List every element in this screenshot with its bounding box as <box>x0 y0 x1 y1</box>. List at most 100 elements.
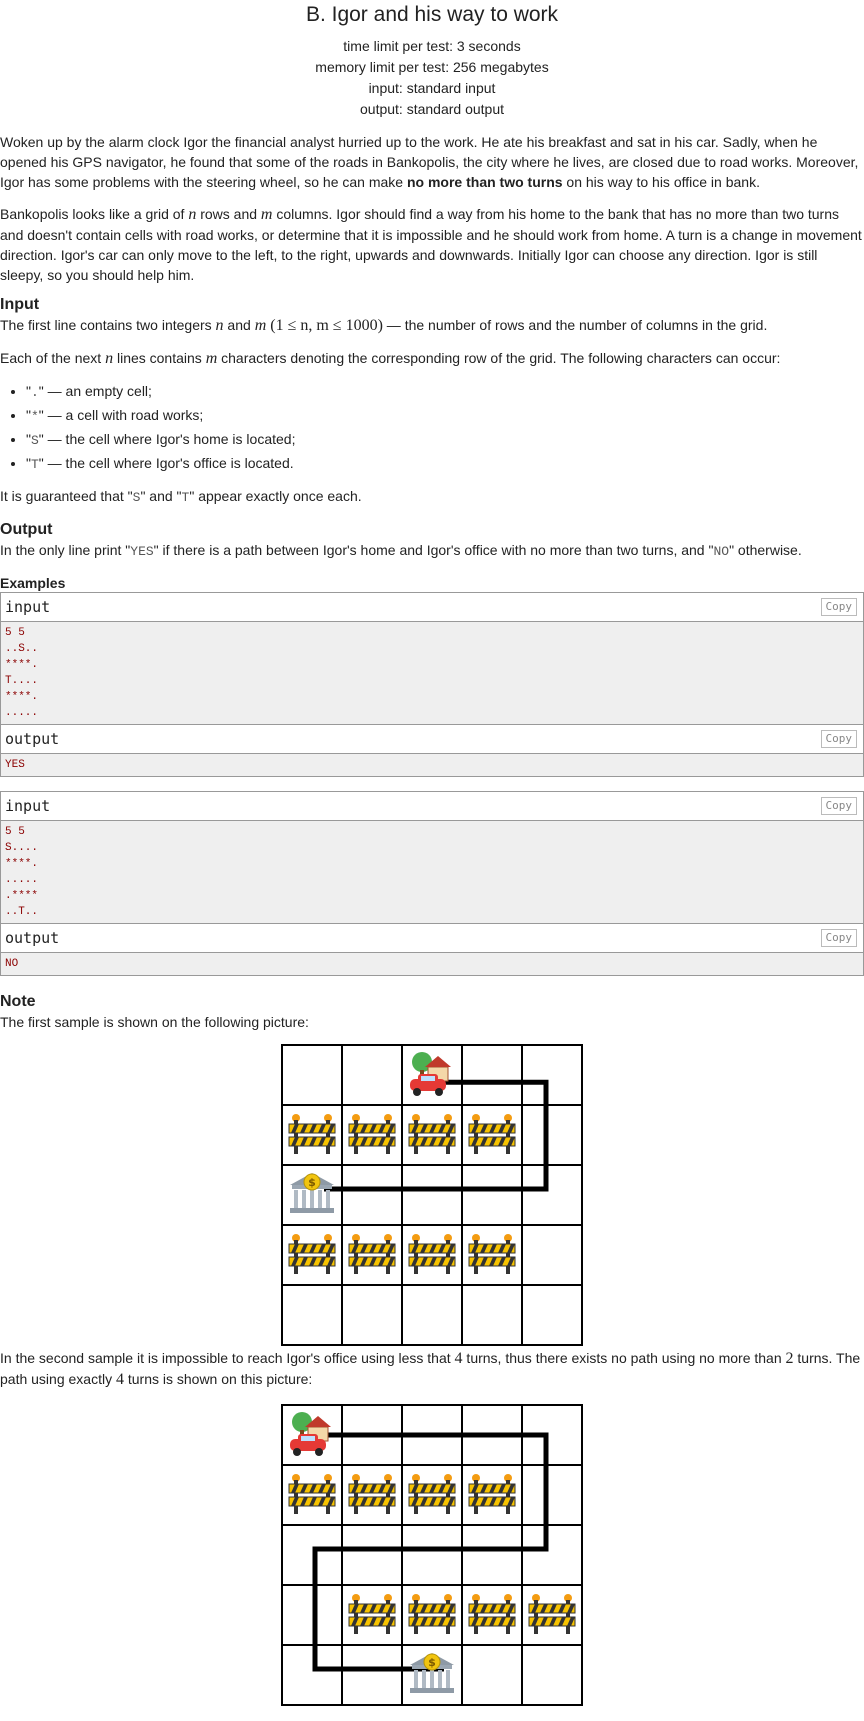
copy-input-button[interactable]: Copy <box>820 598 857 616</box>
grid-cell <box>281 1044 343 1106</box>
code-yes: YES <box>130 544 154 559</box>
grid-cell <box>461 1644 523 1706</box>
legend-text: on his way to his office in bank. <box>562 174 760 190</box>
legend-paragraph-1: Woken up by the alarm clock Igor the fin… <box>0 132 864 192</box>
math-num: 4 <box>454 1350 463 1367</box>
grid-cell <box>521 1164 583 1226</box>
output-file: output: standard output <box>360 101 504 117</box>
problem-title: B. Igor and his way to work <box>305 3 559 26</box>
figure-2-container: $ <box>0 1404 864 1706</box>
math-var: m <box>260 206 273 223</box>
item-desc: — the cell where Igor's office is locate… <box>43 455 294 471</box>
math-var: m <box>205 350 218 367</box>
grid-cell <box>341 1284 403 1346</box>
input-file: input: standard input <box>368 80 496 96</box>
sample-output-header: output Copy <box>1 724 863 754</box>
sample-2-grid-figure: $ <box>281 1404 583 1706</box>
svg-text:$: $ <box>308 1176 316 1189</box>
legend-text: Bankopolis looks like a grid of <box>0 206 189 222</box>
input-text: lines contains <box>113 350 206 366</box>
math-num: 2 <box>785 1350 794 1367</box>
problem-statement: B. Igor and his way to work time limit p… <box>0 0 864 1706</box>
input-text: — the number of rows and the number of c… <box>382 317 768 333</box>
grid-cell <box>281 1524 343 1586</box>
grid-cell <box>521 1224 583 1286</box>
grid-cell <box>461 1164 523 1226</box>
list-item: "T" — the cell where Igor's office is lo… <box>26 452 864 476</box>
grid-cell <box>401 1584 463 1646</box>
guarantee-text: " appear exactly once each. <box>189 488 362 504</box>
list-item: "*" — a cell with road works; <box>26 404 864 428</box>
guarantee-text: " and " <box>140 488 182 504</box>
input-text: and <box>223 317 255 333</box>
note-text: turns is shown on this picture: <box>123 1371 313 1387</box>
code-char: S <box>30 433 39 448</box>
grid-cell <box>281 1584 343 1646</box>
item-desc: — the cell where Igor's home is located; <box>43 431 296 447</box>
grid-cell <box>521 1644 583 1706</box>
grid-cell <box>521 1524 583 1586</box>
guarantee-text: It is guaranteed that " <box>0 488 133 504</box>
guarantee-line: It is guaranteed that "S" and "T" appear… <box>0 486 864 508</box>
note-section-title: Note <box>0 993 36 1010</box>
input-text: characters denoting the corresponding ro… <box>217 350 781 366</box>
input-line-1: The first line contains two integers n a… <box>0 315 864 336</box>
math-var: n <box>105 350 114 367</box>
math-var: m <box>254 317 267 334</box>
output-section-title: Output <box>0 521 53 538</box>
grid-cell <box>461 1584 523 1646</box>
time-limit: time limit per test: 3 seconds <box>343 38 521 54</box>
grid-cell <box>461 1284 523 1346</box>
grid-cell <box>401 1104 463 1166</box>
sample-test-1: input Copy 5 5 ..S.. ****. T.... ****. .… <box>0 592 864 777</box>
list-item: "S" — the cell where Igor's home is loca… <box>26 428 864 452</box>
sample-input-header: input Copy <box>1 792 863 821</box>
grid-cell <box>521 1284 583 1346</box>
copy-output-button[interactable]: Copy <box>820 730 857 748</box>
grid-cell <box>401 1224 463 1286</box>
output-line: In the only line print "YES" if there is… <box>0 540 864 562</box>
grid-cell <box>401 1524 463 1586</box>
grid-cell <box>281 1644 343 1706</box>
code-char: . <box>30 385 39 400</box>
sample-test-2: input Copy 5 5 S.... ****. ..... .**** .… <box>0 791 864 976</box>
svg-text:$: $ <box>428 1656 436 1669</box>
note-text: In the second sample it is impossible to… <box>0 1350 455 1366</box>
output-label: output <box>5 929 60 947</box>
grid-cell <box>341 1104 403 1166</box>
grid-cell <box>521 1044 583 1106</box>
grid-cell <box>281 1284 343 1346</box>
grid-cell <box>521 1464 583 1526</box>
output-text: " otherwise. <box>729 542 802 558</box>
grid-cell <box>341 1584 403 1646</box>
grid-cell <box>281 1104 343 1166</box>
output-text: " if there is a path between Igor's home… <box>153 542 714 558</box>
math-constraint: (1 ≤ n, m ≤ 1000) <box>266 317 383 334</box>
sample-input-body: 5 5 S.... ****. ..... .**** ..T.. <box>1 821 863 923</box>
input-label: input <box>5 598 51 616</box>
copy-output-button[interactable]: Copy <box>820 929 857 947</box>
copy-input-button[interactable]: Copy <box>820 797 857 815</box>
item-desc: — a cell with road works; <box>43 407 204 423</box>
grid-cell <box>281 1224 343 1286</box>
sample-1-grid-figure: $ <box>281 1044 583 1346</box>
memory-limit: memory limit per test: 256 megabytes <box>315 59 549 75</box>
legend-paragraph-2: Bankopolis looks like a grid of n rows a… <box>0 204 864 285</box>
grid-cell <box>341 1164 403 1226</box>
grid-cell <box>461 1464 523 1526</box>
sample-input-body: 5 5 ..S.. ****. T.... ****. ..... <box>1 622 863 724</box>
grid-cell <box>341 1644 403 1706</box>
sample-output-body: NO <box>1 953 863 975</box>
math-num: 4 <box>115 1371 124 1388</box>
grid-cell <box>401 1284 463 1346</box>
grid-cell <box>401 1464 463 1526</box>
output-label: output <box>5 730 60 748</box>
sample-input-header: input Copy <box>1 593 863 622</box>
code-no: NO <box>713 544 730 559</box>
legend-text: rows and <box>196 206 261 222</box>
figure-1-container: $ <box>0 1044 864 1346</box>
grid-cell <box>341 1044 403 1106</box>
grid-cell <box>341 1524 403 1586</box>
input-text: The first line contains two integers <box>0 317 216 333</box>
note-paragraph-2: In the second sample it is impossible to… <box>0 1348 864 1390</box>
